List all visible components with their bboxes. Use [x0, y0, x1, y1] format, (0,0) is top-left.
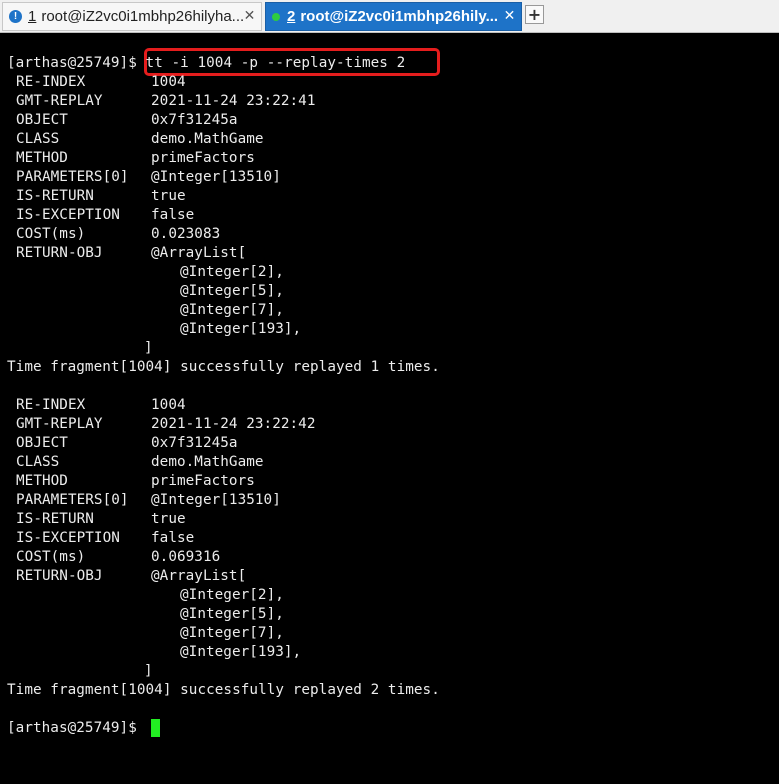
field-key: IS-RETURN	[16, 188, 94, 204]
text-cursor	[151, 719, 160, 737]
array-item: @Integer[193],	[180, 321, 302, 337]
field-value: 1004	[151, 397, 186, 413]
field-key: RETURN-OBJ	[16, 245, 103, 261]
field-value: 0x7f31245a	[151, 112, 238, 128]
connected-status-icon	[272, 12, 280, 21]
field-value: false	[151, 207, 195, 223]
field-key: COST(ms)	[16, 226, 86, 242]
field-key: METHOD	[16, 473, 68, 489]
replay-message: Time fragment[1004] successfully replaye…	[7, 359, 440, 375]
field-key: OBJECT	[16, 112, 68, 128]
array-close: ]	[144, 340, 153, 356]
field-value: @ArrayList[	[151, 568, 247, 584]
array-item: @Integer[193],	[180, 644, 302, 660]
field-key: CLASS	[16, 454, 60, 470]
field-key: GMT-REPLAY	[16, 93, 103, 109]
array-close: ]	[144, 663, 153, 679]
field-key: PARAMETERS[0]	[16, 169, 129, 185]
field-value: 1004	[151, 74, 186, 90]
tab-number: 2	[287, 8, 296, 25]
field-key: CLASS	[16, 131, 60, 147]
field-key: OBJECT	[16, 435, 68, 451]
field-value: demo.MathGame	[151, 454, 264, 470]
field-key: IS-EXCEPTION	[16, 207, 120, 223]
tab-session-1[interactable]: ! 1 root@iZ2vc0i1mbhp26hilyha... ✕	[2, 2, 262, 31]
field-value: true	[151, 188, 186, 204]
tab-number: 1	[28, 8, 37, 25]
field-value: primeFactors	[151, 150, 255, 166]
close-icon[interactable]: ✕	[502, 9, 517, 24]
tab-bar: ! 1 root@iZ2vc0i1mbhp26hilyha... ✕ 2 roo…	[0, 0, 779, 33]
field-value: demo.MathGame	[151, 131, 264, 147]
close-icon[interactable]: ✕	[242, 9, 257, 24]
field-value: 0.023083	[151, 226, 221, 242]
array-item: @Integer[2],	[180, 587, 284, 603]
array-item: @Integer[7],	[180, 625, 284, 641]
shell-prompt: [arthas@25749]$	[7, 55, 137, 71]
command-text: tt -i 1004 -p --replay-times 2	[145, 55, 406, 71]
field-key: RE-INDEX	[16, 397, 86, 413]
field-value: false	[151, 530, 195, 546]
add-tab-button[interactable]: +	[525, 5, 544, 24]
terminal-window[interactable]: [arthas@25749]$ tt -i 1004 -p --replay-t…	[0, 33, 779, 784]
field-value: @ArrayList[	[151, 245, 247, 261]
shell-prompt: [arthas@25749]$	[7, 720, 137, 736]
field-key: RE-INDEX	[16, 74, 86, 90]
tab-session-2[interactable]: 2 root@iZ2vc0i1mbhp26hily... ✕	[265, 2, 522, 31]
field-key: GMT-REPLAY	[16, 416, 103, 432]
array-item: @Integer[2],	[180, 264, 284, 280]
field-key: METHOD	[16, 150, 68, 166]
alert-icon: !	[9, 10, 22, 23]
field-value: 0x7f31245a	[151, 435, 238, 451]
command-line: [arthas@25749]$ tt -i 1004 -p --replay-t…	[7, 54, 405, 73]
field-key: RETURN-OBJ	[16, 568, 103, 584]
tab-title: root@iZ2vc0i1mbhp26hilyha...	[41, 8, 245, 25]
array-item: @Integer[5],	[180, 283, 284, 299]
array-item: @Integer[5],	[180, 606, 284, 622]
field-value: 2021-11-24 23:22:41	[151, 93, 316, 109]
field-key: COST(ms)	[16, 549, 86, 565]
field-value: 0.069316	[151, 549, 221, 565]
field-value: @Integer[13510]	[151, 492, 281, 508]
field-value: 2021-11-24 23:22:42	[151, 416, 316, 432]
field-key: PARAMETERS[0]	[16, 492, 129, 508]
field-key: IS-EXCEPTION	[16, 530, 120, 546]
tab-title: root@iZ2vc0i1mbhp26hily...	[300, 8, 499, 25]
field-value: @Integer[13510]	[151, 169, 281, 185]
field-value: primeFactors	[151, 473, 255, 489]
array-item: @Integer[7],	[180, 302, 284, 318]
field-key: IS-RETURN	[16, 511, 94, 527]
replay-message: Time fragment[1004] successfully replaye…	[7, 682, 440, 698]
field-value: true	[151, 511, 186, 527]
